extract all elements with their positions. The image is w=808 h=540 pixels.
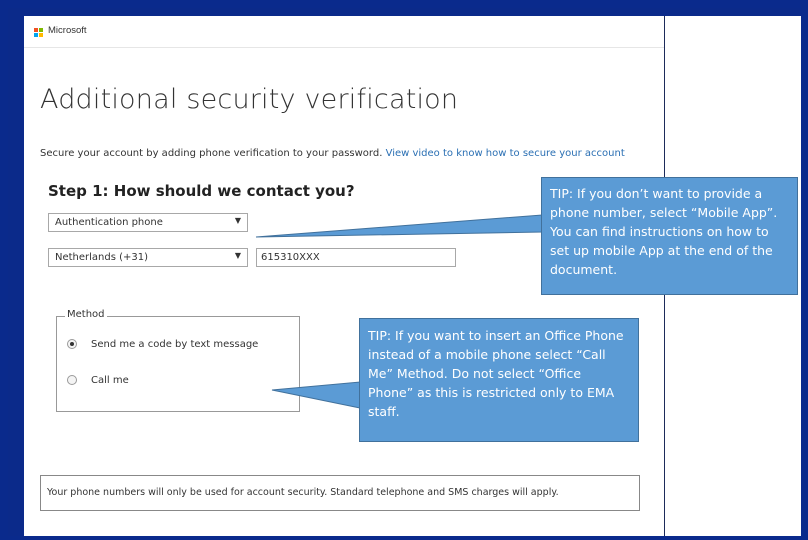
tip-callout-office-phone: TIP: If you want to insert an Office Pho… xyxy=(359,318,639,442)
tip-callout-mobile-app: TIP: If you don’t want to provide a phon… xyxy=(541,177,798,295)
tip2-pointer xyxy=(271,381,361,409)
tip1-pointer xyxy=(255,214,543,238)
